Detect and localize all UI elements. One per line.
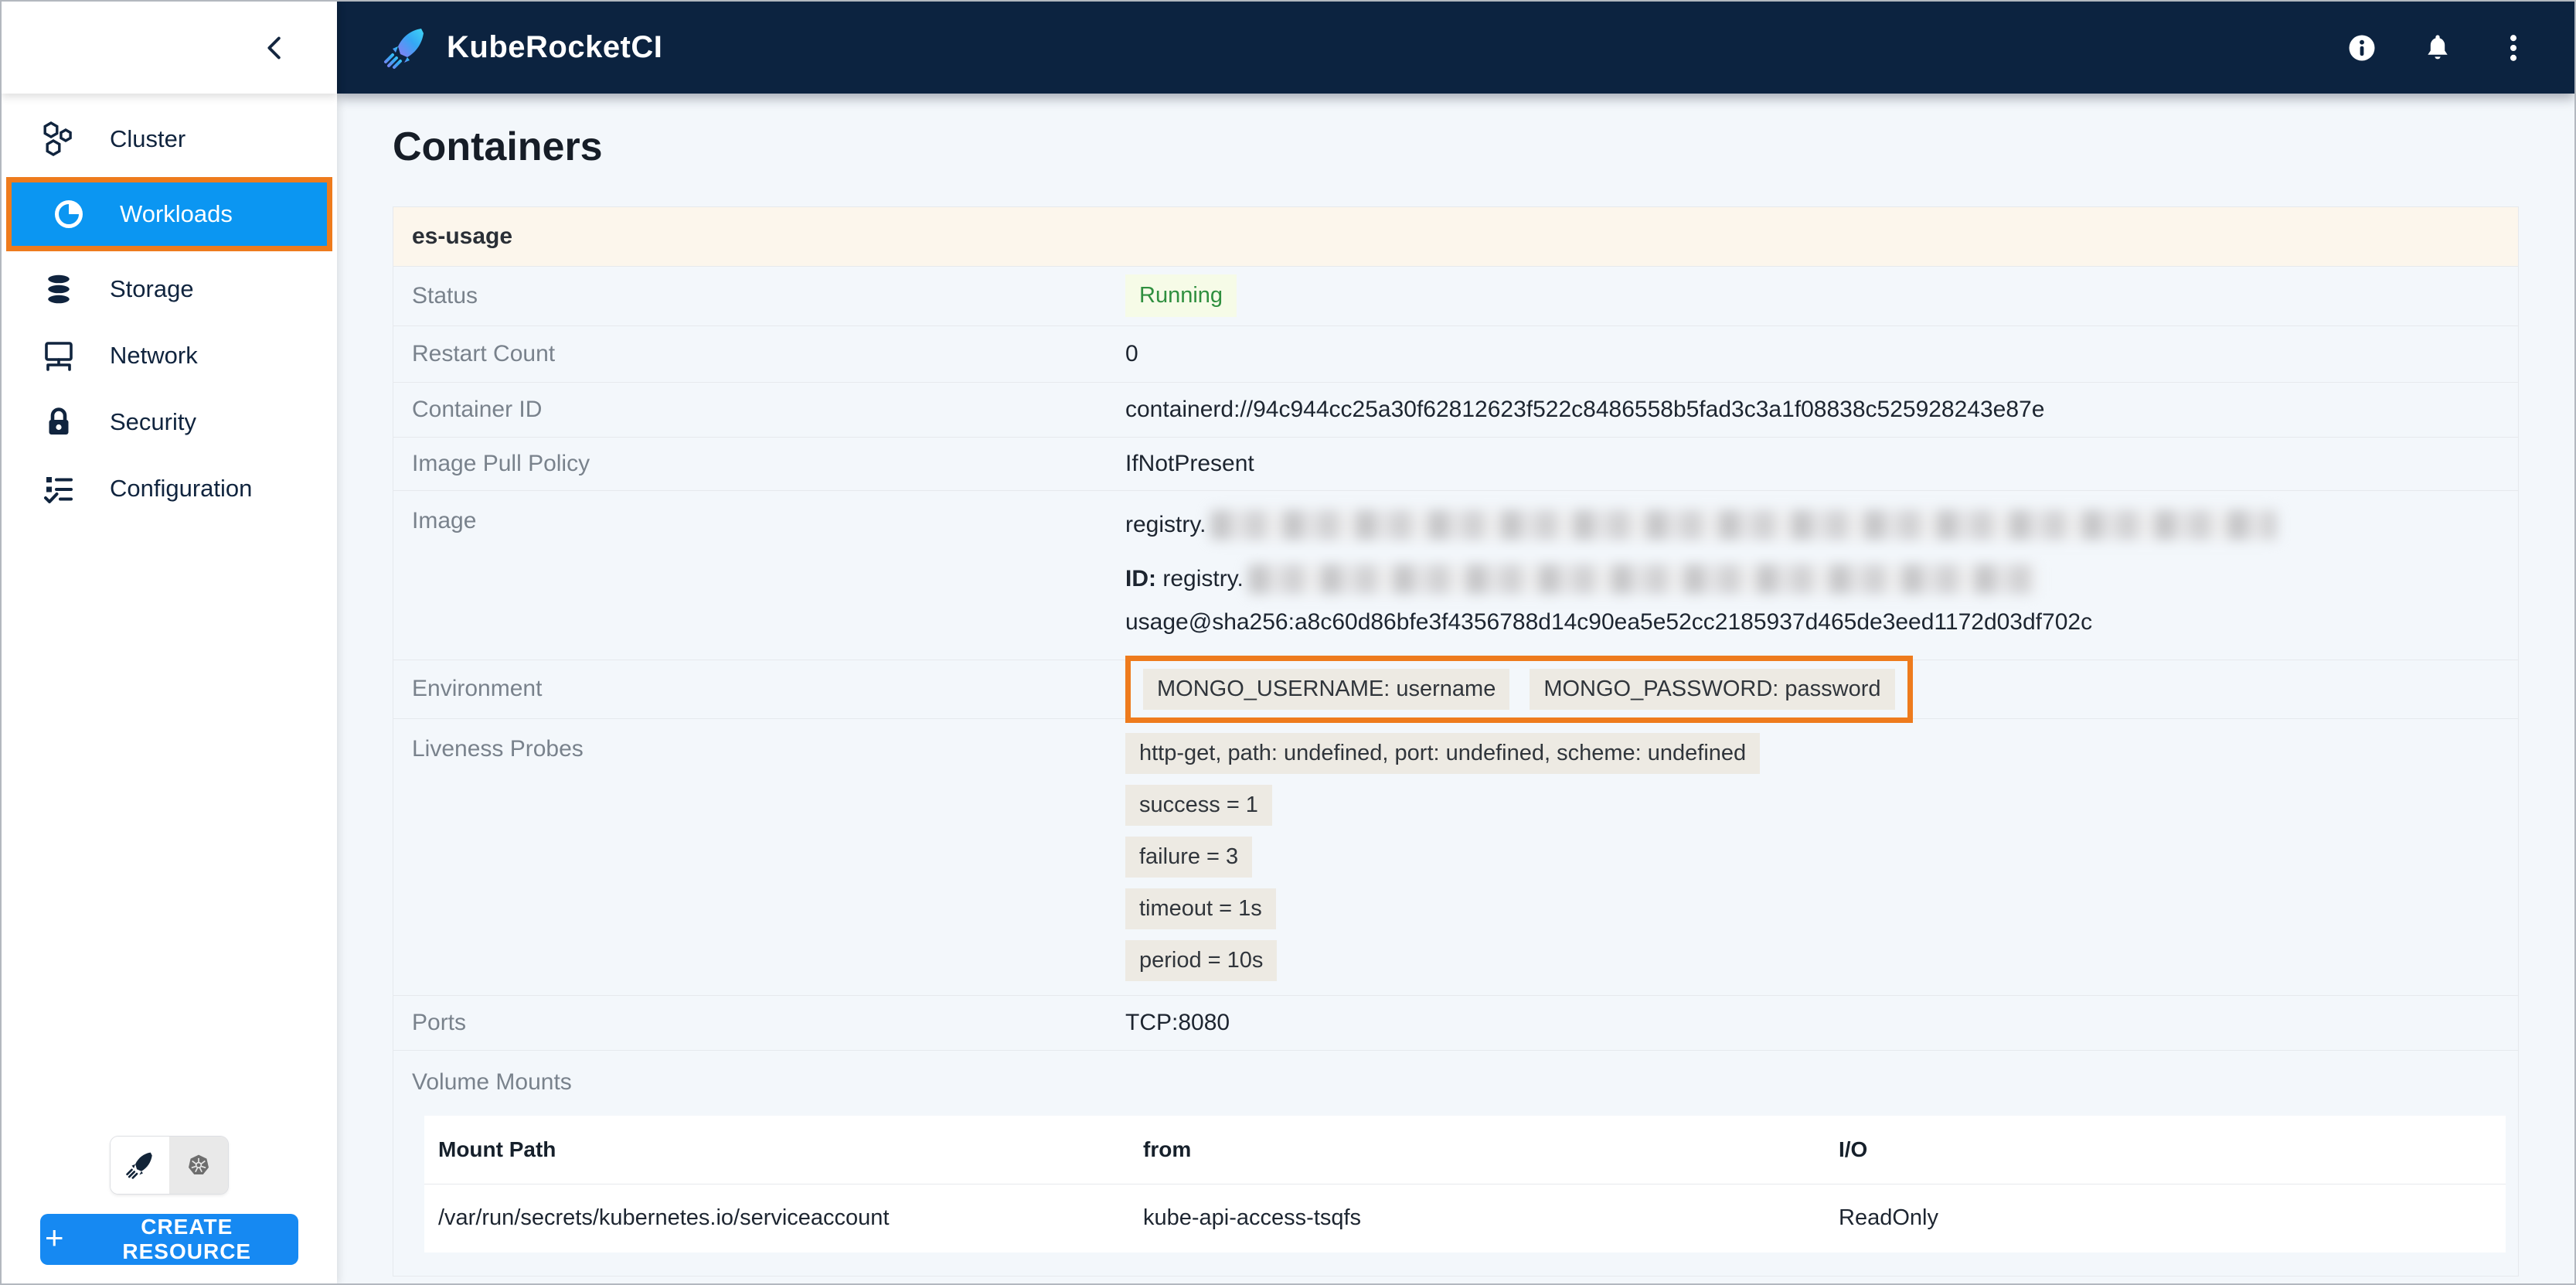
sidebar-item-security[interactable]: Security (2, 389, 337, 455)
notifications-bell-icon[interactable] (2420, 30, 2455, 66)
row-label: Liveness Probes (412, 735, 584, 762)
chevron-left-icon[interactable] (258, 30, 294, 66)
container-id-value: containerd://94c944cc25a30f62812623f522c… (1125, 396, 2045, 422)
image-pull-policy-value: IfNotPresent (1125, 450, 1254, 476)
annotation-box-environment: MONGO_USERNAME: username MONGO_PASSWORD:… (1125, 655, 1913, 723)
image-row: Image registry. ID: registry. usage@sha2… (393, 491, 2518, 660)
security-lock-icon (40, 404, 77, 441)
io-cell: ReadOnly (1839, 1205, 1938, 1231)
kuberocketci-rocket-logo-icon (384, 28, 424, 69)
probe-chip: failure = 3 (1125, 836, 1253, 878)
sidebar: Cluster Workloads Storage Network Securi… (2, 2, 337, 1283)
image-line-2: ID: registry. (1125, 561, 2277, 598)
sidebar-item-label: Workloads (120, 200, 233, 227)
row-label: Ports (412, 1009, 467, 1035)
volume-mounts-table: Mount Path from I/O /var/run/secrets/kub… (424, 1115, 2506, 1253)
redacted-image-text (1210, 510, 2278, 540)
column-header: I/O (1839, 1137, 1868, 1161)
ports-value: TCP:8080 (1125, 1009, 1230, 1035)
probe-chip: timeout = 1s (1125, 888, 1276, 929)
topbar-actions (2344, 30, 2531, 66)
liveness-probes-row: Liveness Probes http-get, path: undefine… (393, 719, 2518, 996)
redacted-image-id-text (1247, 564, 2037, 594)
info-icon[interactable] (2344, 30, 2380, 66)
row-label: Status (412, 282, 478, 308)
sidebar-item-label: Security (110, 408, 196, 435)
env-var-chip: MONGO_PASSWORD: password (1530, 668, 1895, 710)
top-app-bar: KubeRocketCI (337, 2, 2574, 94)
create-resource-button[interactable]: + CREATE RESOURCE (40, 1214, 298, 1265)
row-label: Container ID (412, 396, 543, 422)
from-cell: kube-api-access-tsqfs (1143, 1205, 1362, 1231)
row-label: Volume Mounts (412, 1069, 572, 1095)
plus-icon: + (45, 1219, 65, 1256)
image-line-1: registry. (1125, 506, 2278, 544)
probe-chip: http-get, path: undefined, port: undefin… (1125, 732, 1761, 774)
restart-count-value: 0 (1125, 340, 1138, 366)
cluster-hexagons-icon (40, 121, 77, 158)
rocket-icon[interactable] (111, 1137, 169, 1194)
sidebar-item-label: Configuration (110, 475, 253, 502)
image-pull-policy-row: Image Pull Policy IfNotPresent (393, 438, 2518, 491)
status-badge: Running (1125, 274, 1237, 318)
volume-mounts-header-row: Mount Path from I/O (424, 1116, 2506, 1184)
container-name-header: es-usage (393, 206, 2518, 267)
sidebar-nav: Cluster Workloads Storage Network Securi… (2, 94, 337, 522)
environment-row: Environment MONGO_USERNAME: username MON… (393, 655, 2518, 723)
sidebar-item-network[interactable]: Network (2, 322, 337, 389)
sidebar-item-workloads[interactable]: Workloads (12, 182, 327, 246)
configuration-checklist-icon (40, 470, 77, 507)
workloads-pie-icon (50, 196, 87, 233)
container-details-card: es-usage Status Running Restart Count 0 … (393, 206, 2519, 1276)
container-id-row: Container ID containerd://94c944cc25a30f… (393, 383, 2518, 438)
table-row: /var/run/secrets/kubernetes.io/serviceac… (424, 1184, 2506, 1253)
main-content: Containers es-usage Status Running Resta… (337, 94, 2574, 1283)
sidebar-item-storage[interactable]: Storage (2, 256, 337, 322)
env-var-chip: MONGO_USERNAME: username (1143, 668, 1510, 710)
column-header: from (1143, 1137, 1192, 1161)
mount-path-cell: /var/run/secrets/kubernetes.io/serviceac… (438, 1205, 890, 1231)
containers-heading: Containers (393, 124, 603, 169)
brand: KubeRocketCI (380, 23, 662, 73)
status-row: Status Running (393, 267, 2518, 326)
kebab-menu-icon[interactable] (2496, 30, 2531, 66)
network-monitor-icon (40, 337, 77, 374)
sidebar-item-cluster[interactable]: Cluster (2, 106, 337, 172)
row-label: Environment (412, 676, 543, 702)
sidebar-header (2, 2, 337, 94)
restart-count-row: Restart Count 0 (393, 326, 2518, 383)
ports-row: Ports TCP:8080 (393, 996, 2518, 1051)
row-label: Image (412, 507, 477, 533)
row-label: Restart Count (412, 340, 556, 366)
sidebar-item-configuration[interactable]: Configuration (2, 455, 337, 522)
sidebar-item-label: Network (110, 342, 198, 369)
sidebar-item-label: Cluster (110, 125, 186, 152)
storage-database-icon (40, 271, 77, 308)
column-header: Mount Path (438, 1137, 556, 1161)
app-window: KubeRocketCI Cluster Workloads Storage N… (0, 0, 2576, 1285)
create-resource-label: CREATE RESOURCE (122, 1215, 252, 1263)
cluster-switcher-toggle (111, 1137, 228, 1194)
kubernetes-wheel-icon[interactable] (169, 1137, 228, 1194)
annotation-box-workloads: Workloads (6, 177, 332, 251)
row-label: Image Pull Policy (412, 450, 590, 476)
sidebar-item-label: Storage (110, 275, 194, 302)
image-line-3: usage@sha256:a8c60d86bfe3f4356788d14c90e… (1125, 608, 2093, 635)
probe-chip: period = 10s (1125, 939, 1278, 981)
probe-chip: success = 1 (1125, 784, 1272, 826)
app-title: KubeRocketCI (447, 30, 663, 64)
volume-mounts-row: Volume Mounts Mount Path from I/O /var/r… (393, 1051, 2518, 1276)
